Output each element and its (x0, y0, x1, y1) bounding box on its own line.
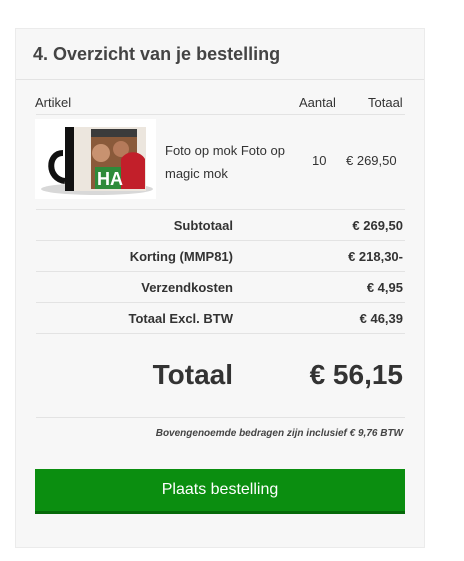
discount-label: Korting (MMP81) (129, 249, 233, 264)
subtotal-value: € 269,50 (352, 218, 403, 233)
shipping-value: € 4,95 (366, 280, 403, 295)
subtotal-label: Subtotaal (173, 218, 233, 233)
shipping-label: Verzendkosten (141, 280, 233, 295)
divider (36, 271, 405, 272)
product-quantity: 10 (312, 153, 327, 168)
column-header-total: Totaal (368, 95, 403, 110)
total-excl-vat-label: Totaal Excl. BTW (128, 311, 234, 326)
order-summary-panel: 4. Overzicht van je bestelling Artikel A… (15, 28, 425, 548)
grand-total-value: € 56,15 (309, 359, 403, 390)
grand-total-label: Totaal (152, 359, 233, 390)
place-order-button[interactable]: Plaats bestelling (35, 469, 405, 514)
discount-value: € 218,30- (348, 249, 403, 264)
divider (36, 333, 405, 334)
total-excl-vat-value: € 46,39 (359, 311, 403, 326)
divider (36, 240, 405, 241)
divider (36, 417, 405, 418)
column-header-quantity: Aantal (299, 95, 336, 110)
panel-header: 4. Overzicht van je bestelling (16, 29, 424, 80)
product-image-text: HA (97, 169, 123, 189)
column-header-article: Artikel (35, 95, 72, 110)
product-image: HA (35, 119, 156, 199)
divider (36, 302, 405, 303)
product-name: Foto op mok Foto op magic mok (165, 143, 285, 181)
divider (36, 114, 405, 115)
section-title: 4. Overzicht van je bestelling (33, 43, 281, 64)
divider (36, 209, 405, 210)
vat-note: Bovengenoemde bedragen zijn inclusief € … (155, 428, 403, 439)
product-total: € 269,50 (346, 153, 397, 168)
